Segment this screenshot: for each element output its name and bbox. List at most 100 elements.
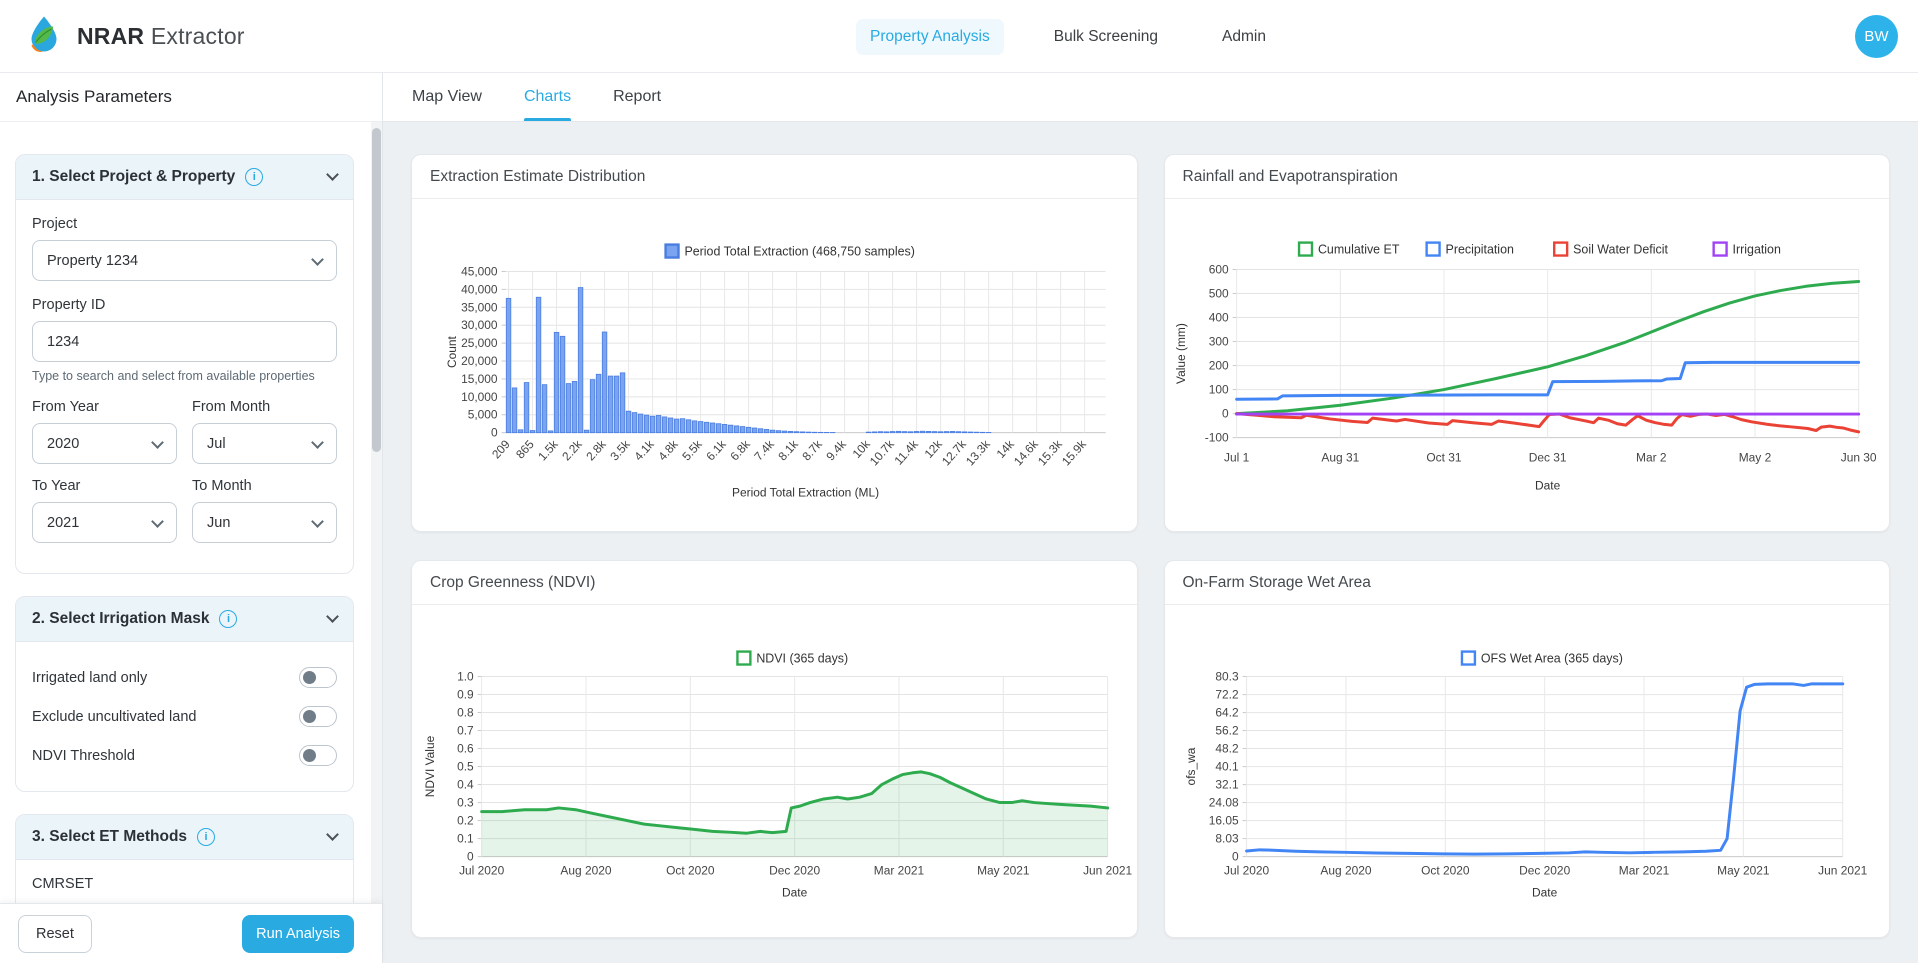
nav-bulk-screening[interactable]: Bulk Screening <box>1040 19 1172 55</box>
tab-map-view[interactable]: Map View <box>412 73 482 121</box>
svg-text:24.08: 24.08 <box>1208 796 1238 810</box>
svg-text:2.2k: 2.2k <box>559 437 585 463</box>
svg-text:0: 0 <box>1222 407 1229 421</box>
sidebar-scrollbar-track[interactable] <box>371 122 382 903</box>
svg-text:13.3k: 13.3k <box>963 437 993 468</box>
project-select[interactable]: Property 1234 <box>32 240 337 281</box>
svg-text:Date: Date <box>782 885 808 899</box>
analysis-sidebar: Analysis Parameters 1. Select Project & … <box>0 73 383 963</box>
info-icon[interactable]: i <box>219 610 237 628</box>
app-brand[interactable]: NRAR Extractor <box>24 0 245 73</box>
info-icon[interactable]: i <box>197 828 215 846</box>
svg-text:12.7k: 12.7k <box>939 437 969 468</box>
property-id-label: Property ID <box>32 297 337 313</box>
app-logo-icon <box>24 14 64 59</box>
from-year-select[interactable]: 2020 <box>32 423 177 464</box>
section-et-methods-title: 3. Select ET Methods <box>32 828 187 846</box>
svg-text:6.1k: 6.1k <box>703 437 729 463</box>
svg-text:Aug 2020: Aug 2020 <box>1320 864 1371 878</box>
tab-charts[interactable]: Charts <box>524 73 571 121</box>
exclude-uncultivated-label: Exclude uncultivated land <box>32 709 196 725</box>
svg-text:5.5k: 5.5k <box>679 437 705 463</box>
chevron-down-icon <box>311 515 324 528</box>
section-irrigation-title: 2. Select Irrigation Mask <box>32 610 209 628</box>
svg-text:Oct 2020: Oct 2020 <box>666 864 715 878</box>
svg-text:Jun 2021: Jun 2021 <box>1818 864 1867 878</box>
svg-text:32.1: 32.1 <box>1215 778 1239 792</box>
from-month-select[interactable]: Jul <box>192 423 337 464</box>
svg-text:15.9k: 15.9k <box>1059 437 1089 468</box>
nav-admin[interactable]: Admin <box>1208 19 1280 55</box>
svg-text:4.8k: 4.8k <box>655 437 681 463</box>
info-icon[interactable]: i <box>245 168 263 186</box>
svg-text:-100: -100 <box>1204 431 1228 445</box>
to-year-select[interactable]: 2021 <box>32 502 177 543</box>
svg-text:209: 209 <box>489 437 513 461</box>
app-root: NRAR Extractor Property Analysis Bulk Sc… <box>0 0 1918 963</box>
svg-text:Dec 31: Dec 31 <box>1528 451 1566 465</box>
svg-text:Cumulative ET: Cumulative ET <box>1317 243 1399 257</box>
svg-text:Period Total Extraction (ML): Period Total Extraction (ML) <box>732 485 879 499</box>
section-irrigation-header[interactable]: 2. Select Irrigation Mask i <box>16 597 353 642</box>
sidebar-action-bar: Reset Run Analysis <box>0 903 382 963</box>
svg-text:40,000: 40,000 <box>461 282 498 296</box>
chevron-down-icon <box>151 515 164 528</box>
svg-text:Oct 2020: Oct 2020 <box>1421 864 1470 878</box>
svg-text:15,000: 15,000 <box>461 372 498 386</box>
svg-text:15.3k: 15.3k <box>1035 437 1065 468</box>
project-select-value: Property 1234 <box>47 253 313 269</box>
svg-text:8.7k: 8.7k <box>799 437 825 463</box>
tab-report[interactable]: Report <box>613 73 661 121</box>
svg-text:35,000: 35,000 <box>461 300 498 314</box>
svg-text:300: 300 <box>1208 335 1228 349</box>
property-id-input[interactable] <box>32 321 337 362</box>
run-analysis-button[interactable]: Run Analysis <box>242 915 354 953</box>
svg-text:200: 200 <box>1208 359 1228 373</box>
chart-title: Extraction Estimate Distribution <box>412 155 1137 199</box>
user-avatar[interactable]: BW <box>1855 15 1898 58</box>
svg-text:1.5k: 1.5k <box>535 437 561 463</box>
reset-button[interactable]: Reset <box>18 915 92 953</box>
sidebar-scrollbar-thumb[interactable] <box>372 128 381 452</box>
svg-text:Soil Water Deficit: Soil Water Deficit <box>1573 243 1668 257</box>
svg-text:Aug 31: Aug 31 <box>1321 451 1359 465</box>
from-month-value: Jul <box>207 436 313 452</box>
exclude-uncultivated-toggle[interactable] <box>299 706 337 727</box>
to-year-label: To Year <box>32 478 177 494</box>
section-et-methods-header[interactable]: 3. Select ET Methods i <box>16 815 353 860</box>
svg-text:Aug 2020: Aug 2020 <box>560 864 611 878</box>
ndvi-threshold-label: NDVI Threshold <box>32 748 135 764</box>
svg-text:0.3: 0.3 <box>457 796 474 810</box>
svg-text:4.1k: 4.1k <box>631 437 657 463</box>
project-label: Project <box>32 216 337 232</box>
chart-card-extraction-distribution: Extraction Estimate Distribution 05,0001… <box>411 154 1138 532</box>
svg-text:7.4k: 7.4k <box>751 437 777 463</box>
chart-card-ndvi: Crop Greenness (NDVI) 00.10.20.30.40.50.… <box>411 560 1138 938</box>
toggle-row-ndvi-threshold: NDVI Threshold <box>32 736 337 775</box>
svg-text:80.3: 80.3 <box>1215 669 1239 683</box>
svg-text:Oct 31: Oct 31 <box>1426 451 1462 465</box>
svg-text:Jul 2020: Jul 2020 <box>459 864 504 878</box>
toggle-row-irrigated-land: Irrigated land only <box>32 658 337 697</box>
ndvi-threshold-toggle[interactable] <box>299 745 337 766</box>
svg-text:May 2: May 2 <box>1738 451 1771 465</box>
property-id-hint: Type to search and select from available… <box>32 369 337 383</box>
from-year-value: 2020 <box>47 436 153 452</box>
section-project-header[interactable]: 1. Select Project & Property i <box>16 155 353 200</box>
section-project-title: 1. Select Project & Property <box>32 168 235 186</box>
to-month-select[interactable]: Jun <box>192 502 337 543</box>
svg-text:Mar 2021: Mar 2021 <box>874 864 925 878</box>
svg-text:0.5: 0.5 <box>457 760 474 774</box>
ofs-wet-area-chart: 08.0316.0524.0832.140.148.256.264.272.28… <box>1165 605 1890 938</box>
irrigated-land-toggle[interactable] <box>299 667 337 688</box>
sidebar-sections: 1. Select Project & Property i Project P… <box>0 122 382 903</box>
svg-text:30,000: 30,000 <box>461 318 498 332</box>
extraction-distribution-chart: 05,00010,00015,00020,00025,00030,00035,0… <box>412 199 1137 532</box>
nav-property-analysis[interactable]: Property Analysis <box>856 19 1004 55</box>
svg-text:May 2021: May 2021 <box>977 864 1030 878</box>
svg-text:Mar 2021: Mar 2021 <box>1618 864 1669 878</box>
svg-text:1.0: 1.0 <box>457 669 474 683</box>
svg-text:865: 865 <box>513 437 537 461</box>
chevron-down-icon <box>326 610 339 623</box>
svg-text:Dec 2020: Dec 2020 <box>1519 864 1570 878</box>
